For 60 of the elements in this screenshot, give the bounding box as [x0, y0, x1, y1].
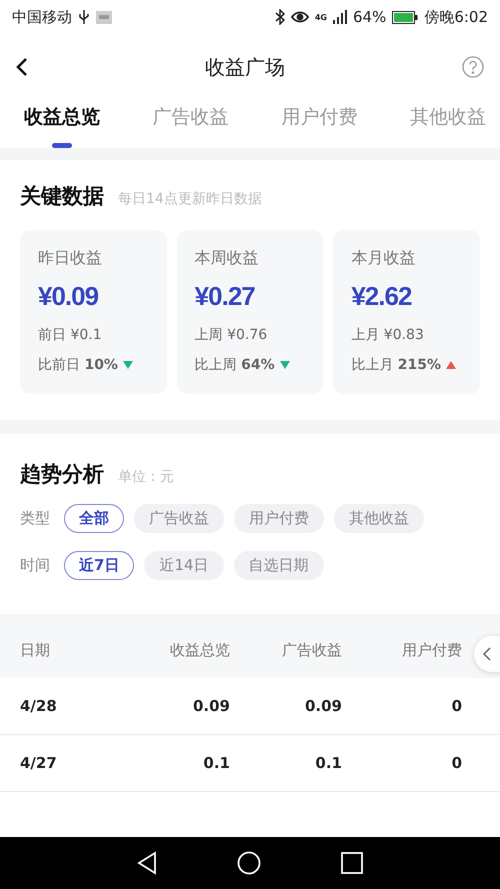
update-note: 每日14点更新昨日数据 [118, 190, 262, 208]
stat-value: ¥0.27 [194, 281, 256, 312]
previous-value: 上月 ¥0.83 [351, 326, 425, 344]
down-triangle-icon [280, 361, 290, 369]
recents-nav-icon[interactable] [341, 852, 363, 874]
filter-chip[interactable]: 自选日期 [234, 551, 324, 580]
column-header: 收益总览 [169, 640, 230, 660]
tab[interactable]: 其他收益 [410, 100, 486, 148]
section-title: 关键数据 [20, 183, 104, 210]
unit-note: 单位：元 [118, 468, 174, 486]
table-cell-text: 4/27 [20, 754, 58, 772]
up-triangle-icon [446, 361, 456, 369]
filter-chip[interactable]: 广告收益 [134, 504, 224, 533]
compare-text: 比上周 64% [194, 356, 275, 374]
clock-time: 傍晚6:02 [424, 8, 488, 26]
stat-label: 本月收益 [351, 248, 416, 269]
stat-value: ¥0.09 [38, 281, 100, 312]
filter-label: 类型 [20, 509, 51, 528]
back-icon[interactable] [16, 57, 28, 77]
column-header: 日期 [20, 640, 51, 660]
filter-chip[interactable]: 近14日 [144, 551, 224, 580]
help-icon[interactable] [462, 56, 484, 78]
filter-chip[interactable]: 近7日 [64, 551, 134, 580]
tab[interactable]: 广告收益 [152, 100, 229, 148]
usb-icon [78, 9, 90, 25]
filter-label: 时间 [20, 556, 51, 575]
battery-icon [392, 10, 418, 24]
home-nav-icon[interactable] [237, 851, 261, 875]
stat-label: 昨日收益 [38, 248, 103, 269]
compare-text: 比上月 215% [351, 356, 442, 374]
filter-chip[interactable]: 全部 [64, 504, 124, 533]
column-header: 广告收益 [281, 640, 342, 660]
stat-value: ¥2.62 [351, 281, 412, 312]
table-cell-text: 0 [450, 754, 462, 772]
carrier-name: 中国移动 [12, 8, 72, 26]
signal-icon [332, 10, 347, 24]
table-cell-text: 0.09 [304, 697, 342, 715]
bluetooth-icon [274, 9, 285, 25]
filter-chip[interactable]: 用户付费 [234, 504, 324, 533]
section-title: 趋势分析 [20, 461, 104, 488]
chevron-left-icon [482, 647, 491, 661]
eye-icon [290, 11, 309, 23]
previous-value: 上周 ¥0.76 [194, 326, 268, 344]
column-header: 用户付费 [401, 640, 462, 660]
page-title: 收益广场 [204, 54, 286, 80]
tab[interactable]: 收益总览 [24, 100, 100, 148]
table-cell-text: 0.09 [192, 697, 230, 715]
table-cell-text: 0.1 [202, 754, 230, 772]
back-nav-icon[interactable] [137, 851, 157, 875]
compare-text: 比前日 10% [38, 356, 118, 374]
table-cell-text: 0.1 [314, 754, 342, 772]
tab[interactable]: 用户付费 [281, 100, 358, 148]
network-type: 4G [314, 12, 327, 22]
previous-value: 前日 ¥0.1 [38, 326, 103, 344]
table-cell-text: 4/28 [20, 697, 58, 715]
table-cell-text: 0 [450, 697, 462, 715]
down-triangle-icon [122, 361, 133, 369]
stat-label: 本周收益 [194, 248, 260, 269]
filter-chip[interactable]: 其他收益 [334, 504, 424, 533]
battery-percent: 64% [352, 8, 386, 26]
